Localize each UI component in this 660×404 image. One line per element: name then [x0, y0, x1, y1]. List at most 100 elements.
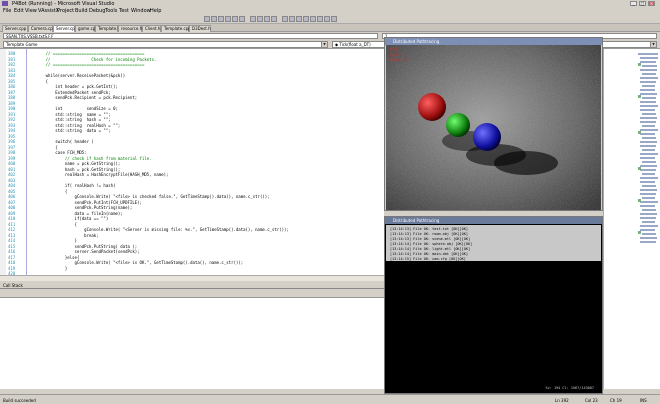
code-line[interactable]: sendPck.PutInt(FCH_UPDFILE);: [36, 200, 142, 205]
tab-template-h[interactable]: Template.h: [95, 25, 120, 32]
line-number: 399: [8, 155, 16, 161]
threads-icon[interactable]: [317, 16, 323, 22]
code-line[interactable]: sendPck.PutString( data );: [36, 244, 138, 249]
start-debug-icon[interactable]: [250, 16, 256, 22]
memory-icon[interactable]: [331, 16, 337, 22]
toolbar: [0, 15, 660, 24]
code-line[interactable]: ExtendedPacket sendPck;: [36, 90, 110, 95]
menu-build[interactable]: Build: [75, 8, 88, 14]
cut-icon[interactable]: [225, 16, 231, 22]
code-line[interactable]: }else{: [36, 255, 79, 260]
menu-project[interactable]: Project: [57, 8, 74, 14]
new-file-icon[interactable]: [204, 16, 210, 22]
menu-tools[interactable]: Tools: [105, 8, 117, 14]
code-line[interactable]: break;: [36, 233, 98, 238]
code-line[interactable]: // =====================================…: [36, 51, 145, 56]
code-line[interactable]: while(server.ReceivePacket(&pck)): [36, 73, 125, 78]
save-icon[interactable]: [218, 16, 224, 22]
code-line[interactable]: if(data == ""): [36, 216, 109, 221]
menu-test[interactable]: Test: [119, 8, 129, 14]
code-line[interactable]: {: [36, 145, 57, 150]
horizontal-scrollbar[interactable]: [0, 275, 384, 281]
code-line[interactable]: server.SendPacket(sendPck);: [36, 249, 140, 254]
code-line[interactable]: int header = pck.GetInt();: [36, 84, 118, 89]
menu-window[interactable]: Window: [131, 8, 151, 14]
class-dropdown-value: Template Game: [6, 42, 38, 47]
menu-view[interactable]: View: [25, 8, 37, 14]
console-window[interactable]: Distributed Pathtracing [13:14:13] File …: [384, 216, 603, 394]
menu-file[interactable]: File: [3, 8, 11, 14]
code-line[interactable]: }: [36, 266, 67, 271]
render-window-titlebar[interactable]: Distributed Pathtracing: [385, 38, 602, 45]
breakpoints-icon[interactable]: [310, 16, 316, 22]
tab-template-cpp[interactable]: Template.cpp: [161, 25, 191, 32]
tab-server-cpp-active[interactable]: Server.cpp: [53, 25, 77, 32]
line-number: 408: [8, 205, 16, 210]
pause-icon[interactable]: [257, 16, 263, 22]
code-line[interactable]: gConsole.Write( "<Server is missing file…: [36, 227, 289, 232]
open-file-icon[interactable]: [211, 16, 217, 22]
code-line[interactable]: std::string name = "";: [36, 112, 110, 117]
minimize-button[interactable]: _: [630, 1, 637, 6]
code-editor[interactable]: 380 // =================================…: [0, 49, 384, 275]
code-line[interactable]: std::string hash = "";: [36, 117, 110, 122]
line-number: 419: [8, 265, 16, 271]
code-line[interactable]: {: [36, 222, 77, 227]
tab-game-cpp[interactable]: game.cpp: [75, 25, 98, 32]
close-button[interactable]: ×: [648, 1, 655, 6]
line-number: 391: [8, 111, 16, 117]
call-stack-list[interactable]: [0, 297, 384, 389]
modules-icon[interactable]: [324, 16, 330, 22]
tab-server-cpp[interactable]: Server.cpp: [2, 25, 28, 32]
document-tabs: Server.cpp Camera.cpp Server.cpp game.cp…: [0, 24, 660, 32]
code-line[interactable]: {: [36, 189, 67, 194]
maximize-button[interactable]: □: [639, 1, 646, 6]
code-line[interactable]: case FCH_MD5:: [36, 150, 86, 155]
code-line[interactable]: switch( header ): [36, 139, 94, 144]
code-line[interactable]: {: [36, 79, 48, 84]
menu-debug[interactable]: Debug: [89, 8, 105, 14]
path-field[interactable]: SSAN.TXS.VSSB.txtS.F.F: [3, 33, 378, 39]
step-into-icon[interactable]: [282, 16, 288, 22]
code-line[interactable]: int sendSize = 0;: [36, 106, 118, 111]
hex-icon[interactable]: [303, 16, 309, 22]
side-panel[interactable]: [603, 49, 660, 389]
code-line[interactable]: realHash = HashEncryptFile(HASH_MD5, nam…: [36, 172, 169, 177]
menu-vassistx[interactable]: VAssistX: [38, 8, 59, 14]
copy-icon[interactable]: [232, 16, 238, 22]
step-over-icon[interactable]: [289, 16, 295, 22]
menu-help[interactable]: Help: [150, 8, 161, 14]
code-line[interactable]: sendPck.PutString(name);: [36, 205, 133, 210]
render-window[interactable]: Distributed Pathtracing FPS: 1 Spp: 4 Ra…: [384, 37, 603, 211]
tab-d3dest-h[interactable]: D3Dest.h: [189, 25, 211, 32]
code-line[interactable]: gConsole.Write( "<file> is OK.", GetTime…: [36, 260, 244, 265]
paste-icon[interactable]: [239, 16, 245, 22]
blue-sphere: [473, 123, 501, 151]
code-line[interactable]: data = fileIn(name);: [36, 211, 123, 216]
tab-client-h[interactable]: Client.h: [142, 25, 161, 32]
menu-edit[interactable]: Edit: [14, 8, 24, 14]
pathtraced-scene: [386, 45, 601, 210]
code-line[interactable]: hash = pck.GetString();: [36, 167, 120, 172]
code-line[interactable]: if( realHash != hash): [36, 183, 116, 188]
code-line[interactable]: // check if hash from material file.: [36, 156, 152, 161]
console-titlebar[interactable]: Distributed Pathtracing: [385, 217, 602, 224]
code-line[interactable]: sendPck.Recipient = pck.Recipient;: [36, 95, 137, 100]
step-out-icon[interactable]: [296, 16, 302, 22]
title-bar: P4Bot (Running) - Microsoft Visual Studi…: [0, 0, 660, 7]
render-canvas[interactable]: FPS: 1 Spp: 4 Rays: 8: [386, 45, 601, 210]
restart-icon[interactable]: [271, 16, 277, 22]
code-line[interactable]: std::string realHash = "";: [36, 123, 120, 128]
tab-camera-cpp[interactable]: Camera.cpp: [28, 25, 55, 32]
code-line[interactable]: gConsole.Write( "<file> is checked false…: [36, 194, 270, 199]
code-line[interactable]: }: [36, 238, 77, 243]
code-line[interactable]: // Check for incoming Packets.: [36, 57, 157, 62]
code-line[interactable]: // =====================================…: [36, 62, 145, 67]
breakpoint-margin[interactable]: [0, 49, 6, 275]
tab-resource-h[interactable]: resource.h: [118, 25, 142, 32]
code-line[interactable]: name = pck.GetString();: [36, 161, 120, 166]
stop-icon[interactable]: [264, 16, 270, 22]
code-line[interactable]: std::string data = "";: [36, 128, 110, 133]
console-title: Distributed Pathtracing: [393, 218, 440, 223]
class-dropdown[interactable]: Template Game ▼: [3, 41, 328, 48]
